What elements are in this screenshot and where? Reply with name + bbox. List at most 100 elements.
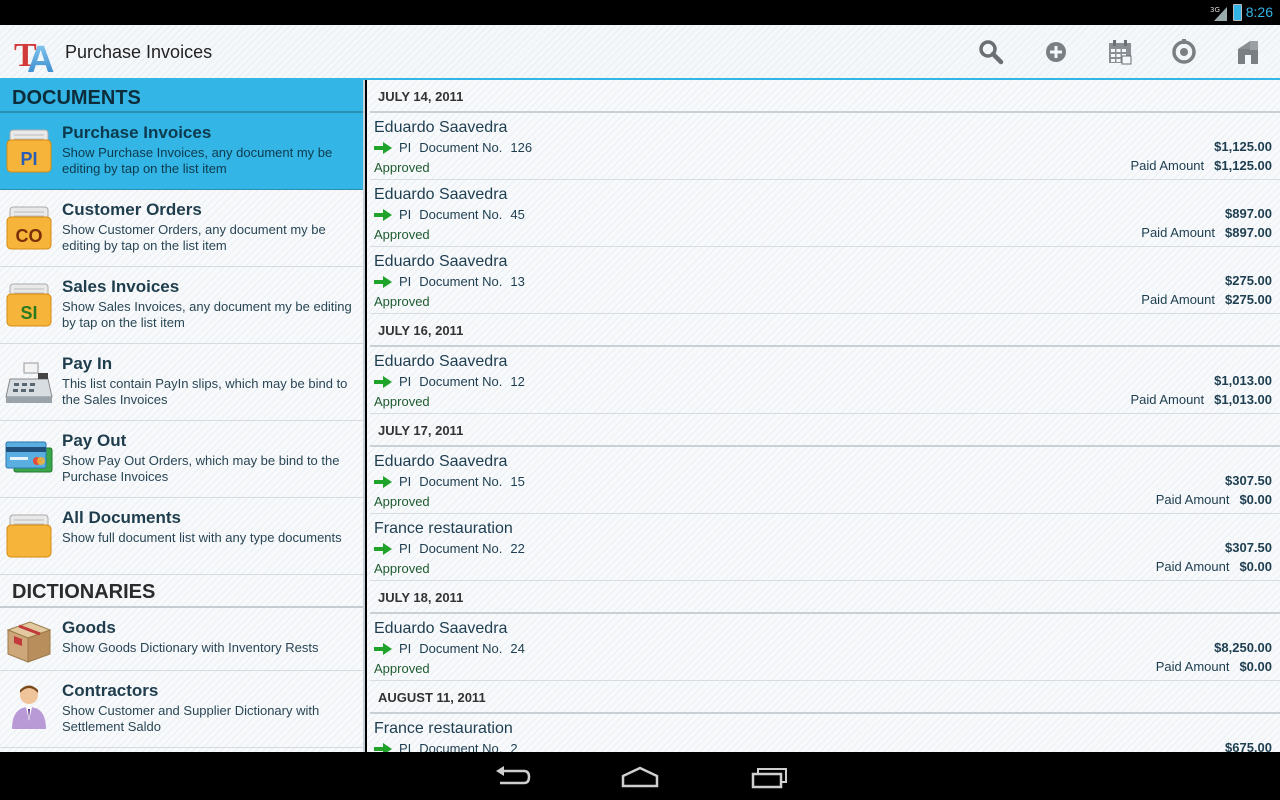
paid-amount-value: $275.00 [1225,292,1272,307]
sidebar-item-purchase-invoices[interactable]: PI Purchase Invoices Show Purchase Invoi… [0,113,363,190]
sales-invoice-folder-icon: SI [6,283,52,327]
purchase-invoice-folder-icon: PI [6,129,52,173]
folder-icon [6,514,52,558]
total-amount: $897.00 [1225,206,1272,221]
sidebar-item-title: Contractors [62,681,159,700]
svg-text:PI: PI [20,149,37,169]
paid-amount-label: Paid Amount [1155,559,1230,574]
date-header: JULY 18, 2011 [370,581,1280,614]
doc-number: 2 [510,741,518,752]
sidebar-item-title: Pay In [62,354,113,373]
party-name: Eduardo Saavedra [374,253,508,270]
doc-number: 24 [510,641,525,656]
doc-number: 15 [510,474,525,489]
invoice-row[interactable]: France restauration PI Document No. 22 A… [370,514,1280,581]
search-icon[interactable] [977,38,1005,66]
invoice-row[interactable]: Eduardo Saavedra PI Document No. 12 Appr… [370,347,1280,414]
sidebar-item-pay-in[interactable]: Pay In This list contain PayIn slips, wh… [0,344,363,421]
invoice-row[interactable]: France restauration PI Document No. 2 $6… [370,714,1280,752]
total-amount: $1,013.00 [1214,373,1272,388]
paid-amount-label: Paid Amount [1130,392,1205,407]
status-text: Approved [374,561,430,576]
sidebar-item-title: Pay Out [62,431,127,450]
doc-type: PI [399,207,412,222]
paid-amount-label: Paid Amount [1141,225,1215,240]
status-text: Approved [374,661,430,676]
total-amount: $275.00 [1225,273,1272,288]
total-amount: $307.50 [1225,473,1272,488]
sidebar-item-contractors[interactable]: Contractors Show Customer and Supplier D… [0,671,363,748]
arrow-right-icon [374,376,392,388]
arrow-right-icon [374,543,392,555]
sidebar-item-customer-orders[interactable]: CO Customer Orders Show Customer Orders,… [0,190,363,267]
paid-amount: Paid Amount $0.00 [1156,492,1272,507]
doc-type: PI [399,541,412,556]
party-name: France restauration [374,520,513,537]
doc-type: PI [399,641,412,656]
arrow-right-icon [374,643,392,655]
signal-icon: 3G [1210,6,1227,21]
paid-amount-value: $897.00 [1225,225,1272,240]
sidebar-item-title: Sales Invoices [62,277,180,296]
home-nav-icon[interactable] [620,764,660,790]
paid-amount-label: Paid Amount [1155,492,1230,507]
arrow-right-icon [374,209,392,221]
status-text: Approved [374,227,430,242]
action-bar: T A Purchase Invoices [0,25,1280,80]
arrow-right-icon [374,276,392,288]
calendar-icon[interactable] [1106,38,1134,66]
date-header: JULY 16, 2011 [370,314,1280,347]
party-name: Eduardo Saavedra [374,620,508,637]
paid-amount: Paid Amount $0.00 [1156,559,1272,574]
paid-amount-value: $1,125.00 [1214,158,1272,173]
arrow-right-icon [374,476,392,488]
invoice-row[interactable]: Eduardo Saavedra PI Document No. 15 Appr… [370,447,1280,514]
sync-icon[interactable] [1170,38,1198,66]
sidebar-item-goods[interactable]: Goods Show Goods Dictionary with Invento… [0,608,363,671]
doc-number-label: Document No. [419,541,503,556]
customer-order-folder-icon: CO [6,206,52,250]
sidebar-item-description: Show Customer and Supplier Dictionary wi… [62,703,320,734]
doc-number-label: Document No. [419,207,503,222]
total-amount: $1,125.00 [1214,139,1272,154]
app-logo[interactable]: T A [13,30,61,74]
doc-number: 22 [510,541,525,556]
doc-number-label: Document No. [419,140,503,155]
invoice-row[interactable]: Eduardo Saavedra PI Document No. 13 Appr… [370,247,1280,314]
box-icon [6,621,52,663]
battery-icon [1233,4,1242,21]
svg-text:CO: CO [16,226,43,246]
doc-number: 13 [510,274,525,289]
svg-text:A: A [27,39,54,74]
status-text: Approved [374,294,430,309]
sidebar-item-pay-out[interactable]: Pay Out Show Pay Out Orders, which may b… [0,421,363,498]
sidebar-item-description: Show full document list with any type do… [62,530,342,545]
paid-amount: Paid Amount $275.00 [1141,292,1272,307]
invoice-row[interactable]: Eduardo Saavedra PI Document No. 24 Appr… [370,614,1280,681]
total-amount: $8,250.00 [1214,640,1272,655]
recent-apps-icon[interactable] [749,764,789,790]
invoice-row[interactable]: Eduardo Saavedra PI Document No. 126 App… [370,113,1280,180]
sidebar-item-description: Show Purchase Invoices, any document my … [62,145,333,176]
paid-amount-label: Paid Amount [1130,158,1205,173]
party-name: Eduardo Saavedra [374,353,508,370]
sidebar-item-sales-invoices[interactable]: SI Sales Invoices Show Sales Invoices, a… [0,267,363,344]
back-icon[interactable] [492,764,532,790]
person-icon [12,685,46,729]
add-icon[interactable] [1042,38,1070,66]
clock: 8:26 [1245,4,1273,20]
doc-number-label: Document No. [419,641,503,656]
home-icon[interactable] [1234,38,1262,66]
status-bar: 3G 8:26 [0,0,1280,25]
doc-number: 45 [510,207,525,222]
cash-register-icon [5,362,53,403]
sidebar-item-all-documents[interactable]: All Documents Show full document list wi… [0,498,363,575]
paid-amount-value: $0.00 [1239,492,1272,507]
paid-amount-value: $0.00 [1239,659,1272,674]
invoice-row[interactable]: Eduardo Saavedra PI Document No. 45 Appr… [370,180,1280,247]
doc-number: 126 [510,140,533,155]
system-nav-bar [0,752,1280,800]
section-header-documents: DOCUMENTS [0,80,363,113]
total-amount: $675.00 [1225,740,1272,752]
doc-type: PI [399,140,412,155]
